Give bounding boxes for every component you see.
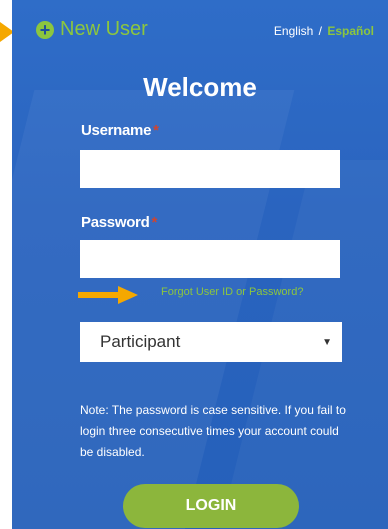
login-panel: + New User English / Español Welcome Use… (12, 0, 388, 529)
password-label: Password * (81, 214, 157, 231)
username-label: Username * (81, 122, 159, 139)
required-mark: * (153, 122, 159, 139)
role-select[interactable]: Participant ▼ (80, 322, 342, 362)
hint-arrow-icon (78, 286, 138, 304)
language-english-link[interactable]: English (274, 24, 313, 38)
caret-down-icon: ▼ (322, 336, 332, 348)
username-field[interactable] (80, 150, 340, 188)
language-spanish-link[interactable]: Español (327, 24, 374, 38)
username-label-text: Username (81, 122, 152, 139)
password-note: Note: The password is case sensitive. If… (80, 403, 346, 459)
required-mark: * (151, 214, 158, 231)
plus-circle-icon: + (36, 20, 54, 39)
login-button[interactable]: LOGIN (123, 484, 299, 528)
page-title: Welcome (143, 72, 257, 102)
role-select-value: Participant (100, 332, 181, 351)
new-user-link[interactable]: + New User (36, 18, 148, 41)
language-switcher: English / Español (274, 24, 374, 38)
password-label-text: Password (81, 214, 150, 231)
login-screen: + New User English / Español Welcome Use… (0, 0, 388, 529)
forgot-credentials-link[interactable]: Forgot User ID or Password? (161, 286, 303, 298)
password-field[interactable] (80, 240, 340, 278)
new-user-label: New User (60, 18, 148, 40)
language-separator: / (318, 24, 322, 38)
